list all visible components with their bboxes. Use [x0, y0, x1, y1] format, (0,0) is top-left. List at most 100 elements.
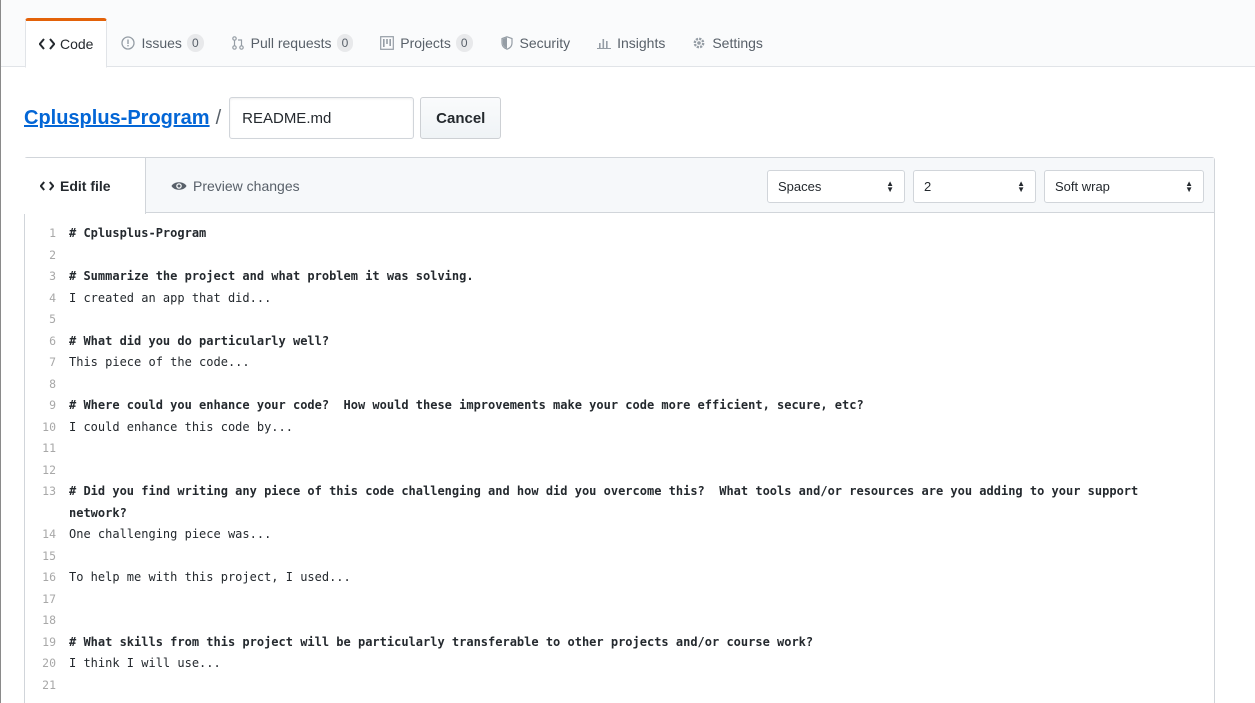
line-text[interactable]: I created an app that did...	[69, 288, 1159, 310]
line-text[interactable]: # Did you find writing any piece of this…	[69, 481, 1159, 524]
filename-input[interactable]	[229, 97, 415, 139]
select-arrows-icon: ▲ ▼	[1017, 178, 1025, 194]
code-line[interactable]: 9 # Where could you enhance your code? Ho…	[25, 395, 1214, 417]
code-line[interactable]: 4 I created an app that did...	[25, 288, 1214, 310]
line-number: 19	[42, 634, 56, 649]
eye-icon	[171, 180, 187, 192]
edit-file-label: Edit file	[60, 178, 111, 194]
line-text[interactable]: I think I will use...	[69, 653, 1159, 675]
issues-counter: 0	[186, 33, 204, 52]
line-number: 20	[42, 656, 56, 670]
tab-security[interactable]: Security	[486, 18, 584, 67]
indent-size-value: 2	[924, 179, 932, 194]
line-number: 17	[42, 591, 56, 606]
select-arrows-icon: ▲ ▼	[886, 178, 894, 194]
code-line[interactable]: 13 # Did you find writing any piece of th…	[25, 481, 1214, 524]
line-text[interactable]	[69, 309, 1159, 331]
tab-label: Issues	[141, 34, 182, 51]
line-text[interactable]: One challenging piece was...	[69, 524, 1159, 546]
tab-projects[interactable]: Projects 0	[366, 18, 485, 67]
indent-mode-value: Spaces	[778, 179, 822, 194]
line-text[interactable]	[69, 610, 1159, 632]
code-line[interactable]: 17	[25, 589, 1214, 611]
repo-nav: Code Issues 0 Pull requests 0 Projects 0	[1, 0, 1255, 68]
code-line[interactable]: 10 I could enhance this code by...	[25, 417, 1214, 439]
line-text[interactable]	[69, 589, 1159, 611]
breadcrumb: Cplusplus-Program / Cancel	[24, 97, 502, 139]
preview-changes-label: Preview changes	[193, 177, 300, 194]
tab-preview-changes[interactable]: Preview changes	[171, 158, 300, 213]
line-number: 12	[42, 462, 56, 477]
code-line[interactable]: 19 # What skills from this project will b…	[25, 632, 1214, 654]
code-line[interactable]: 5	[25, 309, 1214, 331]
tab-issues[interactable]: Issues 0	[107, 18, 216, 67]
code-line[interactable]: 18	[25, 610, 1214, 632]
line-number: 21	[42, 677, 56, 692]
line-number: 15	[42, 548, 56, 563]
cancel-button[interactable]: Cancel	[420, 97, 502, 139]
pull-requests-counter: 0	[336, 33, 354, 52]
code-line[interactable]: 20 I think I will use...	[25, 653, 1214, 675]
tab-edit-file[interactable]: Edit file	[24, 158, 146, 214]
code-line[interactable]: 6 # What did you do particularly well?	[25, 331, 1214, 353]
line-number: 4	[49, 290, 56, 305]
tab-label: Insights	[617, 34, 666, 51]
editor-header: Edit file Preview changes Spaces ▲ ▼ 2 ▲ ▼…	[24, 158, 1214, 214]
tab-label: Code	[60, 36, 94, 52]
tab-insights[interactable]: Insights	[583, 18, 678, 67]
line-number: 7	[49, 355, 56, 369]
file-editor: Edit file Preview changes Spaces ▲ ▼ 2 ▲ ▼…	[24, 157, 1215, 703]
code-line[interactable]: 3 # Summarize the project and what proble…	[25, 266, 1214, 288]
line-number: 18	[42, 613, 56, 627]
projects-counter: 0	[455, 33, 473, 52]
line-text[interactable]: I could enhance this code by...	[69, 417, 1159, 439]
line-text[interactable]: # Summarize the project and what problem…	[69, 266, 1159, 288]
line-text[interactable]	[69, 438, 1159, 460]
select-arrows-icon: ▲ ▼	[1185, 178, 1193, 194]
line-number: 10	[42, 419, 56, 434]
indent-size-select[interactable]: 2 ▲ ▼	[913, 170, 1036, 203]
tab-pull-requests[interactable]: Pull requests 0	[217, 18, 367, 67]
line-text[interactable]	[69, 546, 1159, 568]
tab-settings[interactable]: Settings	[678, 18, 776, 67]
code-line[interactable]: 15	[25, 546, 1214, 568]
code-line[interactable]: 12	[25, 460, 1214, 482]
tab-label: Security	[519, 34, 571, 51]
code-line[interactable]: 2	[25, 245, 1214, 267]
wrap-mode-value: Soft wrap	[1055, 179, 1110, 194]
line-number: 8	[49, 376, 56, 391]
line-text[interactable]: To help me with this project, I used...	[69, 567, 1159, 589]
line-text[interactable]: # Where could you enhance your code? How…	[69, 395, 1159, 417]
shield-icon	[499, 35, 515, 51]
line-number: 16	[42, 570, 56, 584]
line-text[interactable]: This piece of the code...	[69, 352, 1159, 374]
line-text[interactable]	[69, 460, 1159, 482]
line-text[interactable]: # Cplusplus-Program	[69, 223, 1159, 245]
breadcrumb-separator: /	[215, 106, 222, 129]
code-line[interactable]: 7 This piece of the code...	[25, 352, 1214, 374]
code-line[interactable]: 11	[25, 438, 1214, 460]
window-left-border	[0, 0, 1, 703]
line-number: 14	[42, 527, 56, 541]
tab-code[interactable]: Code	[25, 18, 108, 68]
indent-mode-select[interactable]: Spaces ▲ ▼	[767, 170, 905, 203]
line-text[interactable]: # What did you do particularly well?	[69, 331, 1159, 353]
code-line[interactable]: 1 # Cplusplus-Program	[25, 223, 1214, 245]
repo-nav-tabs: Code Issues 0 Pull requests 0 Projects 0	[25, 18, 776, 68]
code-icon	[40, 181, 54, 191]
code-line[interactable]: 8	[25, 374, 1214, 396]
code-line[interactable]: 16 To help me with this project, I used..…	[25, 567, 1214, 589]
line-text[interactable]: # What skills from this project will be …	[69, 632, 1159, 654]
code-line[interactable]: 21	[25, 675, 1214, 697]
line-text[interactable]	[69, 245, 1159, 267]
tab-label: Projects	[400, 34, 451, 51]
wrap-mode-select[interactable]: Soft wrap ▲ ▼	[1044, 170, 1204, 203]
code-area[interactable]: 1 # Cplusplus-Program 2 3 # Summarize the pr…	[25, 223, 1214, 696]
line-text[interactable]	[69, 374, 1159, 396]
line-number: 2	[49, 247, 56, 262]
line-number: 9	[49, 398, 56, 412]
code-line[interactable]: 14 One challenging piece was...	[25, 524, 1214, 546]
repo-link[interactable]: Cplusplus-Program	[24, 107, 210, 130]
code-icon	[39, 36, 55, 52]
line-text[interactable]	[69, 675, 1159, 697]
